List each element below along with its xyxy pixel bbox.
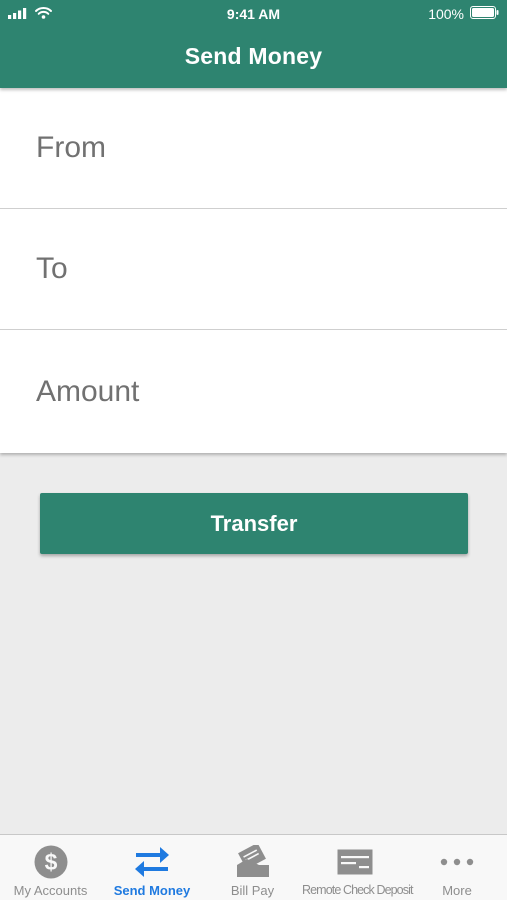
tab-label-my-accounts: My Accounts xyxy=(13,883,88,898)
header: 9:41 AM 100% Send Money xyxy=(0,0,507,88)
check-icon xyxy=(337,844,373,880)
to-label: To xyxy=(36,252,68,285)
transfer-arrows-icon xyxy=(134,844,170,880)
tab-my-accounts[interactable]: $ My Accounts xyxy=(0,835,101,900)
tab-more[interactable]: More xyxy=(407,835,507,900)
tab-bill-pay[interactable]: Bill Pay xyxy=(203,835,302,900)
page-title: Send Money xyxy=(184,43,323,69)
to-field[interactable]: To xyxy=(0,209,507,330)
send-money-screen: 9:41 AM 100% Send Money From To Amount T… xyxy=(0,0,507,900)
tab-label-remote-check-deposit: Remote Check Deposit xyxy=(302,883,413,897)
from-field[interactable]: From xyxy=(0,88,507,209)
bill-pay-icon xyxy=(235,844,271,880)
amount-field[interactable]: Amount xyxy=(0,330,507,453)
battery-percent: 100% xyxy=(428,6,464,22)
status-bar: 9:41 AM 100% xyxy=(0,0,507,28)
from-label: From xyxy=(36,131,106,164)
transfer-button[interactable]: Transfer xyxy=(40,493,468,554)
transfer-form: From To Amount xyxy=(0,88,507,453)
tab-bar: $ My Accounts Send Money Bill Pay Remote… xyxy=(0,834,507,900)
tab-remote-check-deposit[interactable]: Remote Check Deposit xyxy=(302,835,413,900)
tab-label-bill-pay: Bill Pay xyxy=(230,883,275,898)
dollar-circle-icon: $ xyxy=(33,844,69,880)
battery-icon xyxy=(470,6,499,22)
tab-label-more: More xyxy=(442,883,472,898)
svg-text:$: $ xyxy=(44,849,57,875)
tab-label-send-money: Send Money xyxy=(113,883,191,898)
tab-send-money[interactable]: Send Money xyxy=(101,835,203,900)
amount-label: Amount xyxy=(36,374,140,408)
status-right: 100% xyxy=(428,6,499,22)
more-dots-icon xyxy=(439,844,475,880)
